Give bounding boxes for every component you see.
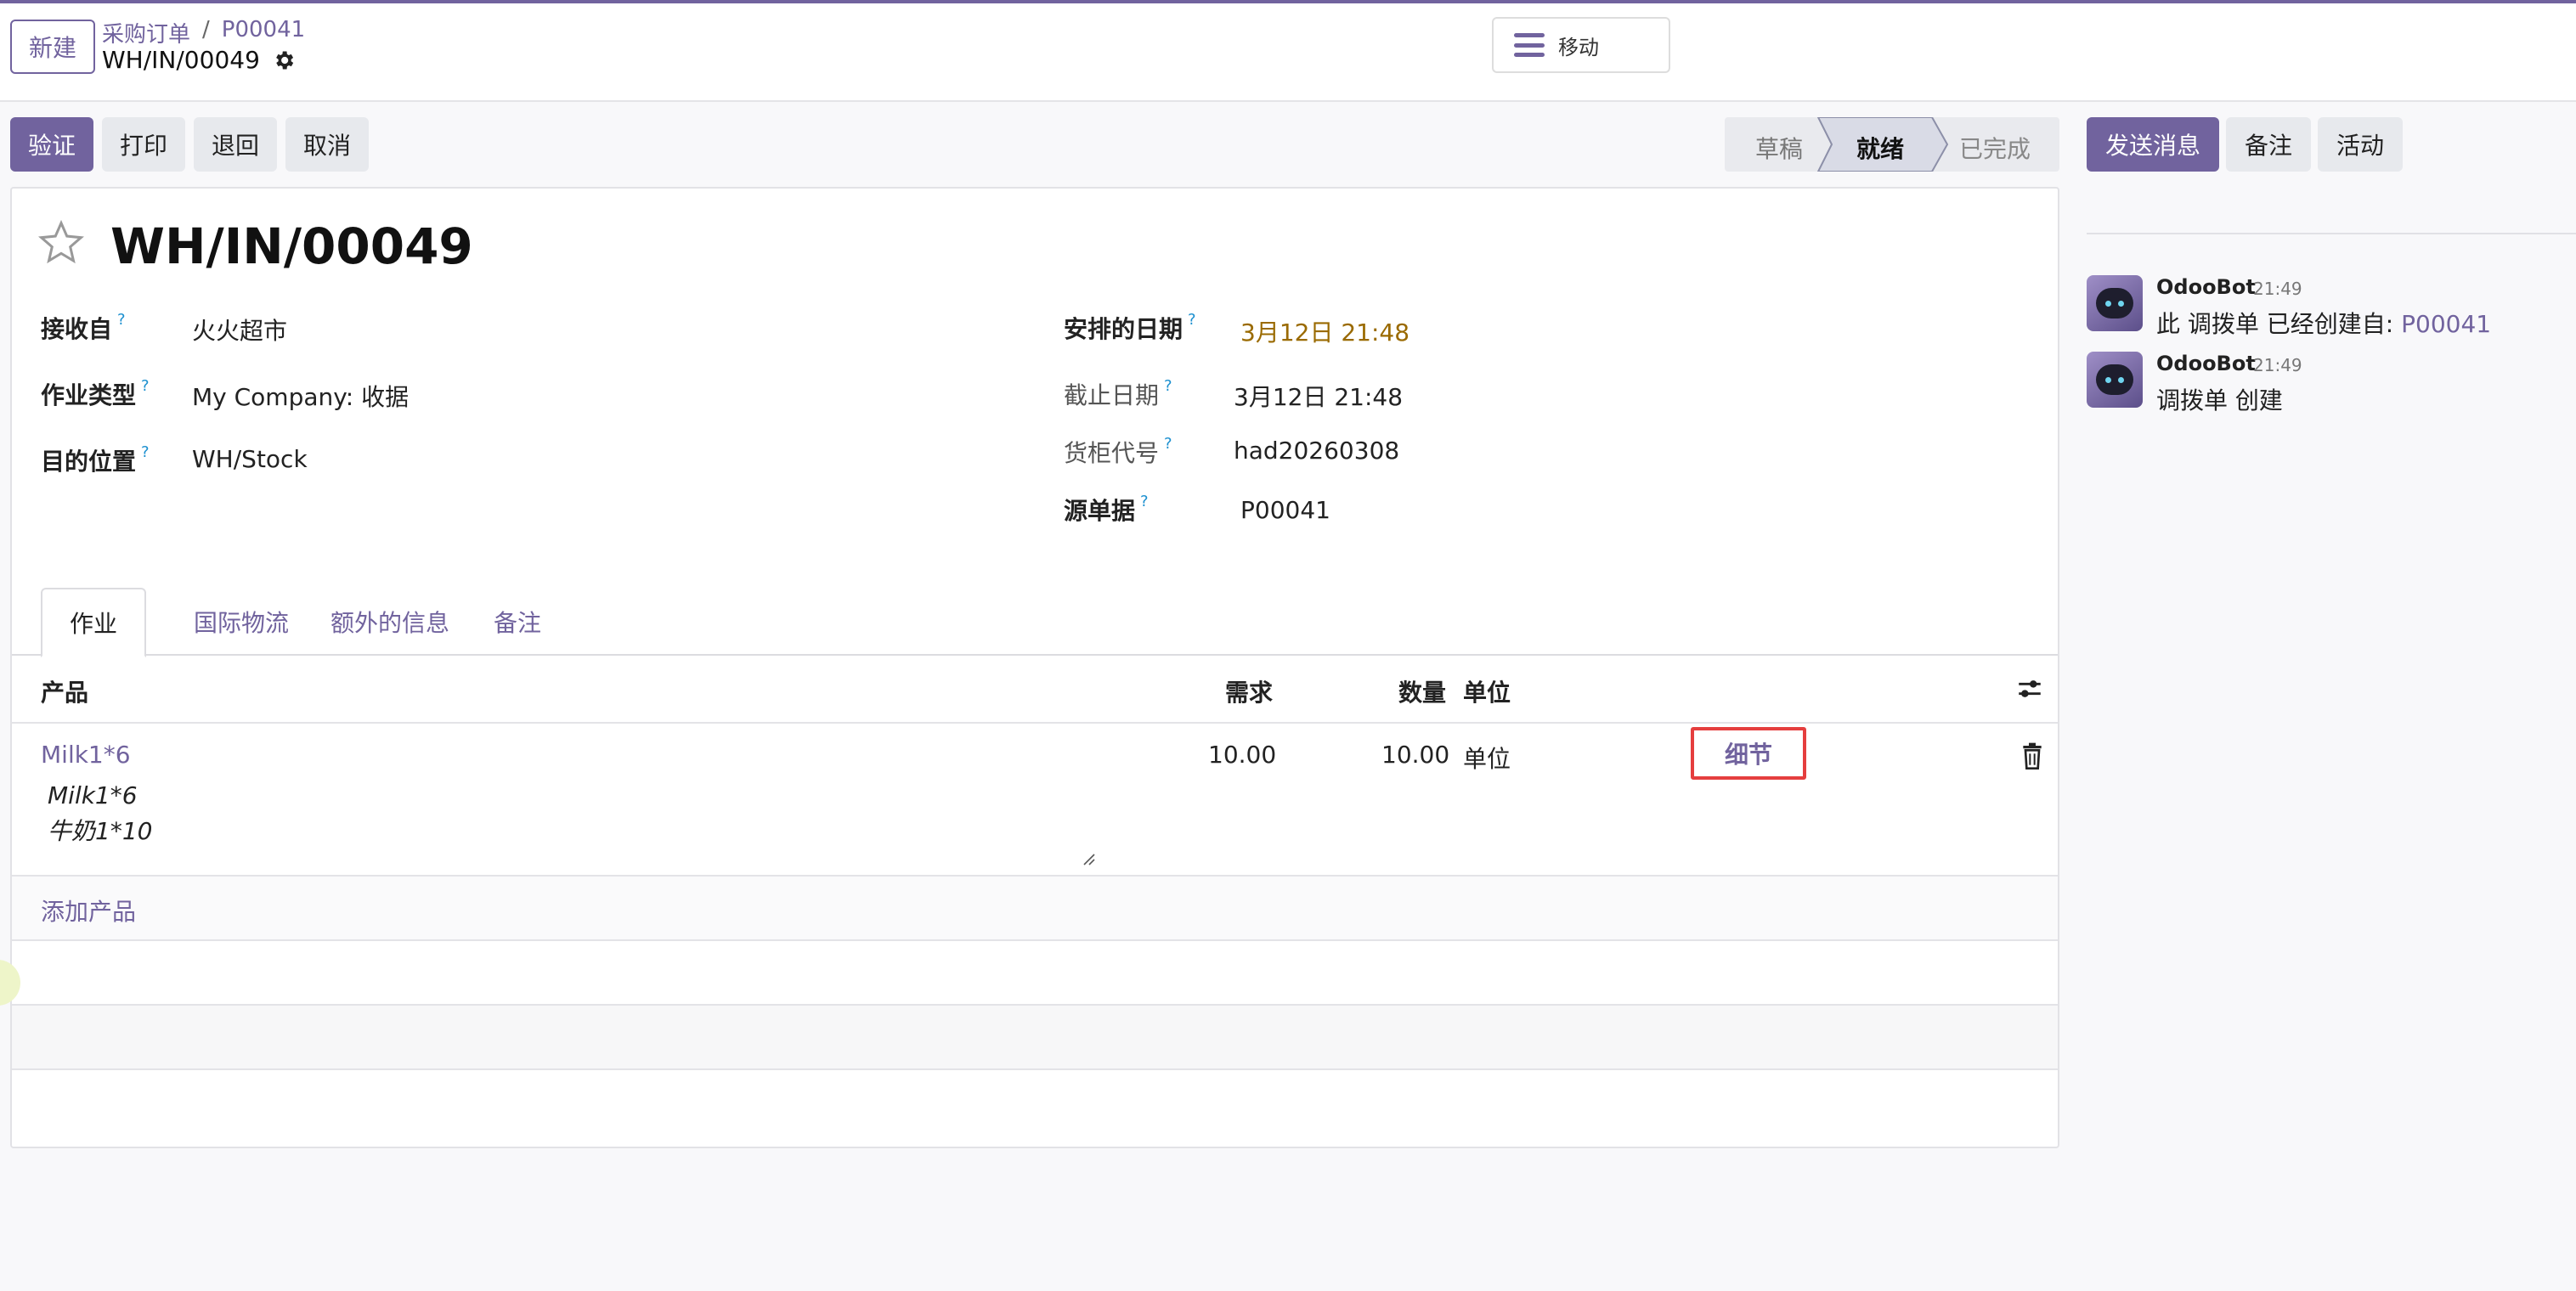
column-uom[interactable]: 单位 xyxy=(1463,674,1511,708)
tab-operations[interactable]: 作业 xyxy=(41,588,146,657)
optional-columns-icon[interactable] xyxy=(2015,674,2044,703)
add-product-link[interactable]: 添加产品 xyxy=(41,894,136,927)
control-panel: 新建 采购订单 / P00041 WH/IN/00049 移动 xyxy=(0,3,2576,102)
field-label-container-code: 货柜代号? xyxy=(1064,435,1172,469)
field-destination[interactable]: WH/Stock xyxy=(192,445,308,473)
cancel-button[interactable]: 取消 xyxy=(285,117,369,172)
validate-button[interactable]: 验证 xyxy=(10,117,93,172)
record-main-title: WH/IN/00049 xyxy=(110,217,473,275)
help-icon[interactable]: ? xyxy=(117,311,126,345)
message-body: 调拨单 创建 xyxy=(2156,382,2283,416)
field-source-document[interactable]: P00041 xyxy=(1240,496,1330,524)
move-button[interactable]: 移动 xyxy=(1492,17,1670,73)
product-description[interactable]: Milk1*6 牛奶1*10 xyxy=(48,778,152,849)
field-label-operation-type: 作业类型? xyxy=(41,377,150,411)
message-time: 21:49 xyxy=(2253,355,2302,375)
help-icon[interactable]: ? xyxy=(1164,377,1172,411)
add-line-row: 添加产品 xyxy=(12,877,2058,941)
message-author[interactable]: OdooBot xyxy=(2156,352,2256,375)
log-note-button[interactable]: 备注 xyxy=(2226,117,2311,172)
description-line: 牛奶1*10 xyxy=(48,817,153,845)
column-demand[interactable]: 需求 xyxy=(1225,674,1273,708)
message-author[interactable]: OdooBot xyxy=(2156,275,2256,299)
odoobot-avatar[interactable] xyxy=(2087,275,2143,331)
message-source-link[interactable]: P00041 xyxy=(2401,310,2491,338)
empty-row xyxy=(12,941,2058,1006)
field-container-code[interactable]: had20260308 xyxy=(1234,437,1399,465)
tab-note[interactable]: 备注 xyxy=(471,588,564,656)
field-label-receive-from: 接收自? xyxy=(41,311,126,345)
field-deadline: 3月12日 21:48 xyxy=(1234,383,1404,411)
print-button[interactable]: 打印 xyxy=(102,117,185,172)
details-button[interactable]: 细节 xyxy=(1691,727,1806,780)
breadcrumb-separator: / xyxy=(202,17,210,42)
menu-icon xyxy=(1514,33,1545,57)
help-icon[interactable]: ? xyxy=(141,443,150,477)
stage-ready[interactable]: 就绪 xyxy=(1856,131,1904,165)
field-operation-type[interactable]: My Company: 收据 xyxy=(192,379,409,413)
help-icon[interactable]: ? xyxy=(1164,435,1172,469)
form-sheet: WH/IN/00049 接收自? 火火超市 作业类型? My Company: … xyxy=(10,187,2059,1148)
description-line: Milk1*6 xyxy=(48,781,138,809)
message-text: 此 调拨单 已经创建自: xyxy=(2156,310,2402,338)
field-scheduled-date[interactable]: 3月12日 21:48 xyxy=(1240,314,1409,348)
help-icon[interactable]: ? xyxy=(141,377,150,411)
record-name: WH/IN/00049 xyxy=(102,46,260,74)
breadcrumb-purchase-orders[interactable]: 采购订单 xyxy=(102,17,190,48)
message-text: 调拨单 创建 xyxy=(2156,386,2283,414)
tab-international-logistics[interactable]: 国际物流 xyxy=(165,588,318,656)
quantity-value[interactable]: 10.00 xyxy=(1381,741,1449,769)
field-label-scheduled-date: 安排的日期? xyxy=(1064,311,1196,345)
return-button[interactable]: 退回 xyxy=(194,117,277,172)
empty-row xyxy=(12,1006,2058,1070)
textarea-resize-handle[interactable] xyxy=(1079,849,1096,866)
stage-statusbar: 草稿 就绪 已完成 xyxy=(1725,117,2059,172)
chatter-message: OdooBot 21:49 此 调拨单 已经创建自: P00041 xyxy=(2087,275,2562,343)
product-link[interactable]: Milk1*6 xyxy=(41,741,131,769)
demand-value: 10.00 xyxy=(1208,741,1277,769)
field-label-deadline: 截止日期? xyxy=(1064,377,1172,411)
stage-draft[interactable]: 草稿 xyxy=(1755,131,1803,165)
trash-icon[interactable] xyxy=(2020,742,2044,770)
field-label-destination: 目的位置? xyxy=(41,443,150,477)
stage-done[interactable]: 已完成 xyxy=(1959,131,2031,165)
odoobot-avatar[interactable] xyxy=(2087,352,2143,408)
chatter-divider xyxy=(2087,233,2576,234)
tab-additional-info[interactable]: 额外的信息 xyxy=(318,588,462,656)
field-receive-from[interactable]: 火火超市 xyxy=(192,313,287,347)
star-icon[interactable] xyxy=(37,219,85,267)
breadcrumb-po[interactable]: P00041 xyxy=(222,17,305,48)
send-message-button[interactable]: 发送消息 xyxy=(2087,117,2219,172)
message-body: 此 调拨单 已经创建自: P00041 xyxy=(2156,306,2491,340)
help-icon[interactable]: ? xyxy=(1188,311,1196,345)
help-icon[interactable]: ? xyxy=(1140,493,1149,527)
record-title: WH/IN/00049 xyxy=(102,46,296,74)
notebook-tabs: 作业 国际物流 额外的信息 备注 xyxy=(12,588,2058,657)
table-row[interactable]: Milk1*6 Milk1*6 牛奶1*10 10.00 10.00 单位 细节 xyxy=(12,724,2058,877)
message-time: 21:49 xyxy=(2253,279,2302,299)
uom-value: 单位 xyxy=(1463,745,1511,773)
gear-icon[interactable] xyxy=(272,48,296,72)
table-header: 产品 需求 数量 单位 xyxy=(12,656,2058,724)
chatter-message: OdooBot 21:49 调拨单 创建 xyxy=(2087,352,2562,420)
column-product[interactable]: 产品 xyxy=(41,674,88,708)
activity-button[interactable]: 活动 xyxy=(2318,117,2403,172)
column-quantity[interactable]: 数量 xyxy=(1398,674,1446,708)
breadcrumb: 采购订单 / P00041 xyxy=(102,17,305,48)
move-button-label: 移动 xyxy=(1558,35,1599,59)
new-button[interactable]: 新建 xyxy=(10,20,95,74)
field-label-source-document: 源单据? xyxy=(1064,493,1149,527)
